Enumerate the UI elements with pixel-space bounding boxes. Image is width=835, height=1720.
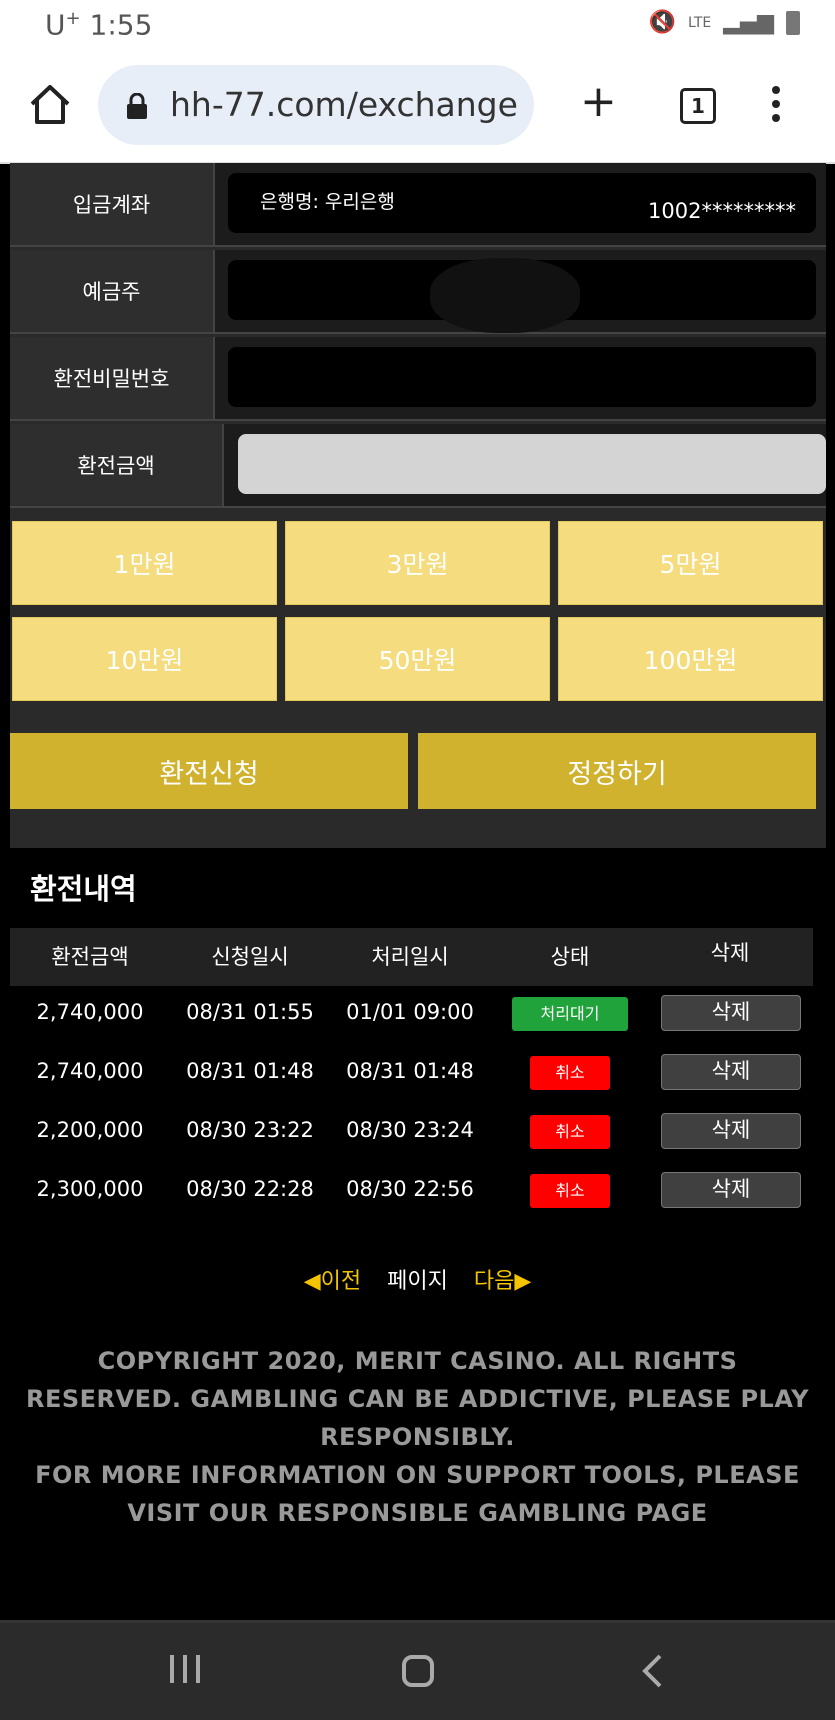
delete-button[interactable]: 삭제 bbox=[661, 1172, 801, 1208]
row-requested: 08/31 01:55 bbox=[186, 1000, 314, 1024]
column-requested: 신청일시 bbox=[211, 945, 289, 969]
column-processed: 처리일시 bbox=[371, 945, 449, 969]
amount-button-50k[interactable]: 5만원 bbox=[558, 521, 823, 605]
history-table-header: 환전금액 신청일시 처리일시 상태 삭제 bbox=[10, 928, 813, 986]
row-requested: 08/31 01:48 bbox=[186, 1059, 314, 1083]
row-processed: 08/30 22:56 bbox=[346, 1177, 474, 1201]
status-bar: U+ 1:55 🔇 LTE ▂▄▆ bbox=[0, 0, 835, 52]
status-badge: 취소 bbox=[530, 1115, 610, 1149]
footer-line-1: COPYRIGHT 2020, MERIT CASINO. ALL RIGHTS… bbox=[25, 1347, 809, 1451]
home-icon[interactable] bbox=[28, 82, 72, 126]
amount-button-100k[interactable]: 10만원 bbox=[12, 617, 277, 701]
next-page-link[interactable]: 다음▶ bbox=[474, 1269, 531, 1294]
footer-copyright: COPYRIGHT 2020, MERIT CASINO. ALL RIGHTS… bbox=[20, 1342, 815, 1532]
column-amount: 환전금액 bbox=[51, 945, 129, 969]
status-badge: 취소 bbox=[530, 1056, 610, 1090]
clock: 1:55 bbox=[89, 8, 153, 42]
browser-toolbar: hh-77.com/exchange + 1 bbox=[0, 52, 835, 164]
column-status: 상태 bbox=[550, 945, 590, 969]
redaction-mark bbox=[430, 258, 580, 333]
page-label: 페이지 bbox=[387, 1269, 448, 1294]
status-badge: 취소 bbox=[530, 1174, 610, 1208]
row-requested: 08/30 22:28 bbox=[186, 1177, 314, 1201]
row-amount: 2,740,000 bbox=[36, 1000, 144, 1024]
status-badge: 처리대기 bbox=[512, 997, 628, 1031]
amount-label: 환전금액 bbox=[10, 424, 224, 506]
depositor-label: 예금주 bbox=[10, 250, 215, 332]
row-requested: 08/30 23:22 bbox=[186, 1118, 314, 1142]
deposit-account-label: 입금계좌 bbox=[10, 163, 215, 245]
new-tab-icon[interactable]: + bbox=[580, 80, 617, 124]
status-icons: 🔇 LTE ▂▄▆ bbox=[649, 10, 800, 35]
system-nav-bar bbox=[0, 1620, 835, 1720]
amount-button-10k[interactable]: 1만원 bbox=[12, 521, 277, 605]
amount-button-500k[interactable]: 50만원 bbox=[285, 617, 550, 701]
home-nav-icon[interactable] bbox=[402, 1655, 434, 1687]
recents-icon[interactable] bbox=[168, 1655, 202, 1683]
account-number: 1002********* bbox=[648, 199, 796, 223]
deposit-account-row: 입금계좌 은행명: 우리은행 1002********* bbox=[10, 163, 826, 247]
password-row: 환전비밀번호 bbox=[10, 337, 826, 421]
amount-button-1m[interactable]: 100만원 bbox=[558, 617, 823, 701]
row-processed: 01/01 09:00 bbox=[346, 1000, 474, 1024]
back-icon[interactable] bbox=[640, 1653, 664, 1689]
carrier-name: U bbox=[45, 8, 66, 42]
reset-button[interactable]: 정정하기 bbox=[418, 733, 816, 809]
apply-exchange-button[interactable]: 환전신청 bbox=[10, 733, 408, 809]
delete-button[interactable]: 삭제 bbox=[661, 1113, 801, 1149]
row-amount: 2,200,000 bbox=[36, 1118, 144, 1142]
mute-icon: 🔇 bbox=[648, 10, 676, 35]
delete-button[interactable]: 삭제 bbox=[661, 1054, 801, 1090]
prev-page-link[interactable]: ◀이전 bbox=[304, 1269, 361, 1294]
more-menu-icon[interactable] bbox=[772, 86, 782, 128]
depositor-row: 예금주 bbox=[10, 250, 826, 334]
signal-icon: ▂▄▆ bbox=[723, 10, 774, 35]
row-processed: 08/30 23:24 bbox=[346, 1118, 474, 1142]
row-amount: 2,740,000 bbox=[36, 1059, 144, 1083]
carrier-time: U+ 1:55 bbox=[45, 8, 152, 41]
row-amount: 2,300,000 bbox=[36, 1177, 144, 1201]
password-label: 환전비밀번호 bbox=[10, 337, 215, 419]
amount-button-30k[interactable]: 3만원 bbox=[285, 521, 550, 605]
pagination: ◀이전 페이지 다음▶ bbox=[0, 1263, 835, 1295]
amount-row: 환전금액 bbox=[10, 424, 826, 508]
deposit-account-field: 은행명: 우리은행 1002********* bbox=[228, 173, 816, 233]
battery-icon bbox=[786, 10, 800, 35]
history-title: 환전내역 bbox=[30, 872, 137, 906]
network-type: LTE bbox=[687, 14, 712, 31]
tab-count-button[interactable]: 1 bbox=[680, 88, 716, 124]
column-delete: 삭제 bbox=[710, 941, 750, 965]
url-text: hh-77.com/exchange bbox=[170, 85, 518, 124]
address-bar[interactable]: hh-77.com/exchange bbox=[98, 65, 534, 145]
amount-input[interactable] bbox=[238, 434, 826, 494]
password-input[interactable] bbox=[228, 347, 816, 407]
footer-line-2: FOR MORE INFORMATION ON SUPPORT TOOLS, P… bbox=[35, 1461, 800, 1527]
carrier-plus: + bbox=[65, 8, 81, 29]
bank-name: 은행명: 우리은행 bbox=[260, 191, 395, 213]
lock-icon bbox=[127, 93, 147, 119]
row-processed: 08/31 01:48 bbox=[346, 1059, 474, 1083]
delete-button[interactable]: 삭제 bbox=[661, 995, 801, 1031]
